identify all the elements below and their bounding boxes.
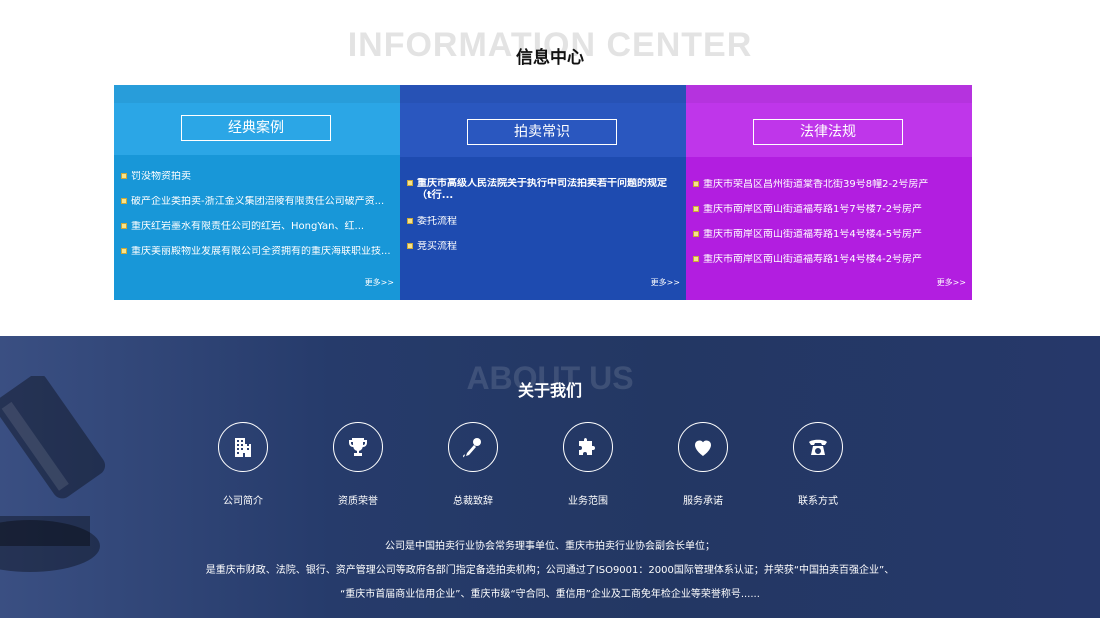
list-item[interactable]: 重庆市南岸区南山街道福寿路1号4号楼4-5号房产	[693, 229, 964, 254]
section-title: 信息中心	[516, 48, 584, 68]
section-title: 关于我们	[517, 381, 582, 400]
about-us-section: ABOUT US 关于我们 公司简介 资质荣誉 总裁致辞 业务范围 服务承诺 联…	[0, 336, 1100, 618]
column-title-button[interactable]: 经典案例	[181, 115, 331, 141]
microphone-icon	[463, 438, 481, 458]
news-list: 重庆市高级人民法院关于执行中司法拍卖若干问题的规定（t行... 委托流程 竞买流…	[407, 178, 678, 266]
list-item[interactable]: 重庆市高级人民法院关于执行中司法拍卖若干问题的规定（t行...	[407, 178, 678, 216]
list-item[interactable]: 重庆市荣昌区昌州街道棠香北街39号8幢2-2号房产	[693, 179, 964, 204]
column-title-button[interactable]: 拍卖常识	[467, 119, 617, 145]
more-link[interactable]: 更多>>	[651, 277, 680, 288]
bullet-icon	[693, 206, 699, 212]
column-classic-cases: 经典案例 罚没物资拍卖 破产企业类拍卖-浙江金义集团涪陵有限责任公司破产资...…	[114, 85, 400, 300]
bullet-icon	[407, 243, 413, 249]
about-link-business-scope[interactable]: 业务范围	[538, 422, 638, 507]
building-icon	[235, 438, 251, 457]
column-header: 拍卖常识	[400, 85, 686, 157]
column-header: 经典案例	[114, 85, 400, 155]
list-item[interactable]: 重庆美丽殿物业发展有限公司全资拥有的重庆海联职业技...	[121, 246, 392, 271]
heart-icon	[695, 440, 711, 456]
column-laws-regulations: 法律法规 重庆市荣昌区昌州街道棠香北街39号8幢2-2号房产 重庆市南岸区南山街…	[686, 85, 972, 300]
bullet-icon	[407, 180, 413, 186]
bullet-icon	[407, 218, 413, 224]
list-item[interactable]: 罚没物资拍卖	[121, 171, 392, 196]
list-item[interactable]: 委托流程	[407, 216, 678, 241]
bullet-icon	[693, 256, 699, 262]
about-link-service-commitment[interactable]: 服务承诺	[653, 422, 753, 507]
about-description-line: “重庆市首届商业信用企业”、重庆市级“守合同、重信用”企业及工商免年检企业等荣誉…	[340, 589, 760, 600]
bullet-icon	[121, 223, 127, 229]
bullet-icon	[121, 198, 127, 204]
list-item[interactable]: 重庆市南岸区南山街道福寿路1号7号楼7-2号房产	[693, 204, 964, 229]
bullet-icon	[693, 181, 699, 187]
column-auction-knowledge: 拍卖常识 重庆市高级人民法院关于执行中司法拍卖若干问题的规定（t行... 委托流…	[400, 85, 686, 300]
about-link-contact[interactable]: 联系方式	[768, 422, 868, 507]
about-description-line: 是重庆市财政、法院、银行、资产管理公司等政府各部门指定备选拍卖机构；公司通过了I…	[205, 565, 895, 576]
puzzle-icon	[579, 438, 595, 455]
more-link[interactable]: 更多>>	[365, 277, 394, 288]
trophy-icon	[349, 438, 367, 456]
about-link-president-speech[interactable]: 总裁致辞	[423, 422, 523, 507]
more-link[interactable]: 更多>>	[937, 277, 966, 288]
news-list: 罚没物资拍卖 破产企业类拍卖-浙江金义集团涪陵有限责任公司破产资... 重庆红岩…	[121, 171, 392, 271]
list-item[interactable]: 破产企业类拍卖-浙江金义集团涪陵有限责任公司破产资...	[121, 196, 392, 221]
list-item[interactable]: 竞买流程	[407, 241, 678, 266]
telephone-icon	[809, 439, 827, 455]
bullet-icon	[693, 231, 699, 237]
news-list: 重庆市荣昌区昌州街道棠香北街39号8幢2-2号房产 重庆市南岸区南山街道福寿路1…	[693, 179, 964, 279]
info-columns: 经典案例 罚没物资拍卖 破产企业类拍卖-浙江金义集团涪陵有限责任公司破产资...…	[114, 85, 972, 300]
about-link-company-profile[interactable]: 公司简介	[193, 422, 293, 507]
information-center-section: INFORMATION CENTER 信息中心 经典案例 罚没物资拍卖 破产企业…	[0, 0, 1100, 336]
column-title-button[interactable]: 法律法规	[753, 119, 903, 145]
about-description-line: 公司是中国拍卖行业协会常务理事单位、重庆市拍卖行业协会副会长单位；	[385, 541, 715, 552]
bullet-icon	[121, 173, 127, 179]
bullet-icon	[121, 248, 127, 254]
list-item[interactable]: 重庆红岩墨水有限责任公司的红岩、HongYan、红...	[121, 221, 392, 246]
column-header: 法律法规	[686, 85, 972, 157]
about-link-qualifications[interactable]: 资质荣誉	[308, 422, 408, 507]
list-item[interactable]: 重庆市南岸区南山街道福寿路1号4号楼4-2号房产	[693, 254, 964, 279]
